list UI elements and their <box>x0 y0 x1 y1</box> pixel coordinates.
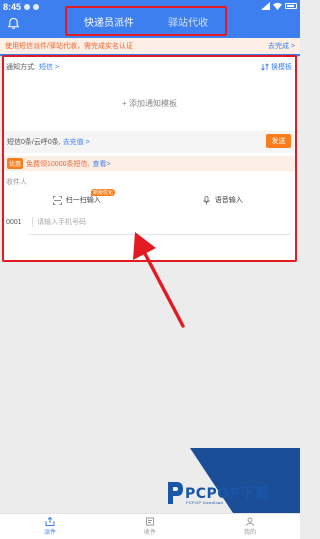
voice-input-label: 语音输入 <box>214 197 243 204</box>
status-time: 8:45 <box>3 2 22 12</box>
notice-message: 使用短信派件/驿站代收，需完成实名认证 <box>5 43 133 50</box>
watermark-shape <box>190 448 300 516</box>
nav-item-profile[interactable]: 我的 <box>200 514 300 539</box>
status-indicators <box>261 2 297 10</box>
watermark-subtext: PCPOP Download <box>186 500 224 505</box>
phone-input[interactable]: 请输入手机号码 <box>32 217 86 227</box>
notification-dot-icon <box>24 4 31 10</box>
swap-icon <box>261 63 269 71</box>
nav-label-deliver: 派件 <box>43 530 56 536</box>
receive-icon <box>146 517 154 526</box>
notification-dot-icon <box>33 4 40 10</box>
bottom-nav: 派件 收件 我的 <box>0 513 300 539</box>
battery-icon <box>285 3 297 9</box>
complete-verification-link[interactable]: 去完成 > <box>268 41 295 51</box>
user-icon <box>245 517 255 526</box>
voice-input-button[interactable]: 语音输入 <box>150 195 296 205</box>
nav-item-receive[interactable]: 收件 <box>100 514 200 539</box>
input-mode-row: 扫一扫输入 新版优化 语音输入 <box>4 189 296 209</box>
wifi-icon <box>273 2 282 10</box>
signal-icon <box>261 2 270 10</box>
scan-input-button[interactable]: 扫一扫输入 新版优化 <box>4 189 150 205</box>
promo-text: 免费领10000条短信, <box>26 160 90 168</box>
recipient-label: 收件人 <box>6 179 27 186</box>
sms-balance-row: 短信0条/云呼0条, 去充值 > 发送 <box>4 131 295 153</box>
mode-tabs: 快递员派件 驿站代收 <box>65 6 227 36</box>
notify-method-row: 通知方式: 短信 > 换模板 <box>6 61 294 73</box>
promo-banner: 优惠 免费领10000条短信, 查看> <box>4 156 295 171</box>
send-button[interactable]: 发送 <box>266 134 291 148</box>
promo-badge: 优惠 <box>7 158 24 169</box>
nav-item-deliver[interactable]: 派件 <box>0 514 100 539</box>
nav-label-receive: 收件 <box>143 530 156 536</box>
new-feature-badge: 新版优化 <box>91 189 116 196</box>
notify-method-select[interactable]: 短信 > <box>39 62 59 72</box>
row-index: 0001 <box>6 218 22 226</box>
bell-icon[interactable] <box>7 17 20 30</box>
promo-view-link[interactable]: 查看> <box>92 159 110 169</box>
tab-station-collect[interactable]: 驿站代收 <box>168 14 208 29</box>
recharge-link[interactable]: 去充值 > <box>63 137 90 147</box>
status-bar: 8:45 <box>3 1 40 13</box>
sms-balance-text: 短信0条/云呼0条, <box>7 139 61 146</box>
nav-label-profile: 我的 <box>243 530 256 536</box>
scan-icon <box>52 195 62 205</box>
deliver-icon <box>45 517 55 526</box>
watermark-logo-icon <box>168 482 183 504</box>
change-template-label: 换模板 <box>271 64 292 71</box>
scan-input-label: 扫一扫输入 <box>65 197 101 204</box>
verification-notice: 使用短信派件/驿站代收，需完成实名认证 去完成 > <box>0 38 300 54</box>
annotation-arrow-icon <box>133 232 185 328</box>
add-template-area[interactable]: + 添加通知模板 <box>4 77 295 129</box>
change-template-button[interactable]: 换模板 <box>261 62 292 72</box>
microphone-icon <box>202 195 210 204</box>
notify-method-label: 通知方式: <box>6 64 36 71</box>
tab-courier-delivery[interactable]: 快递员派件 <box>84 14 134 29</box>
